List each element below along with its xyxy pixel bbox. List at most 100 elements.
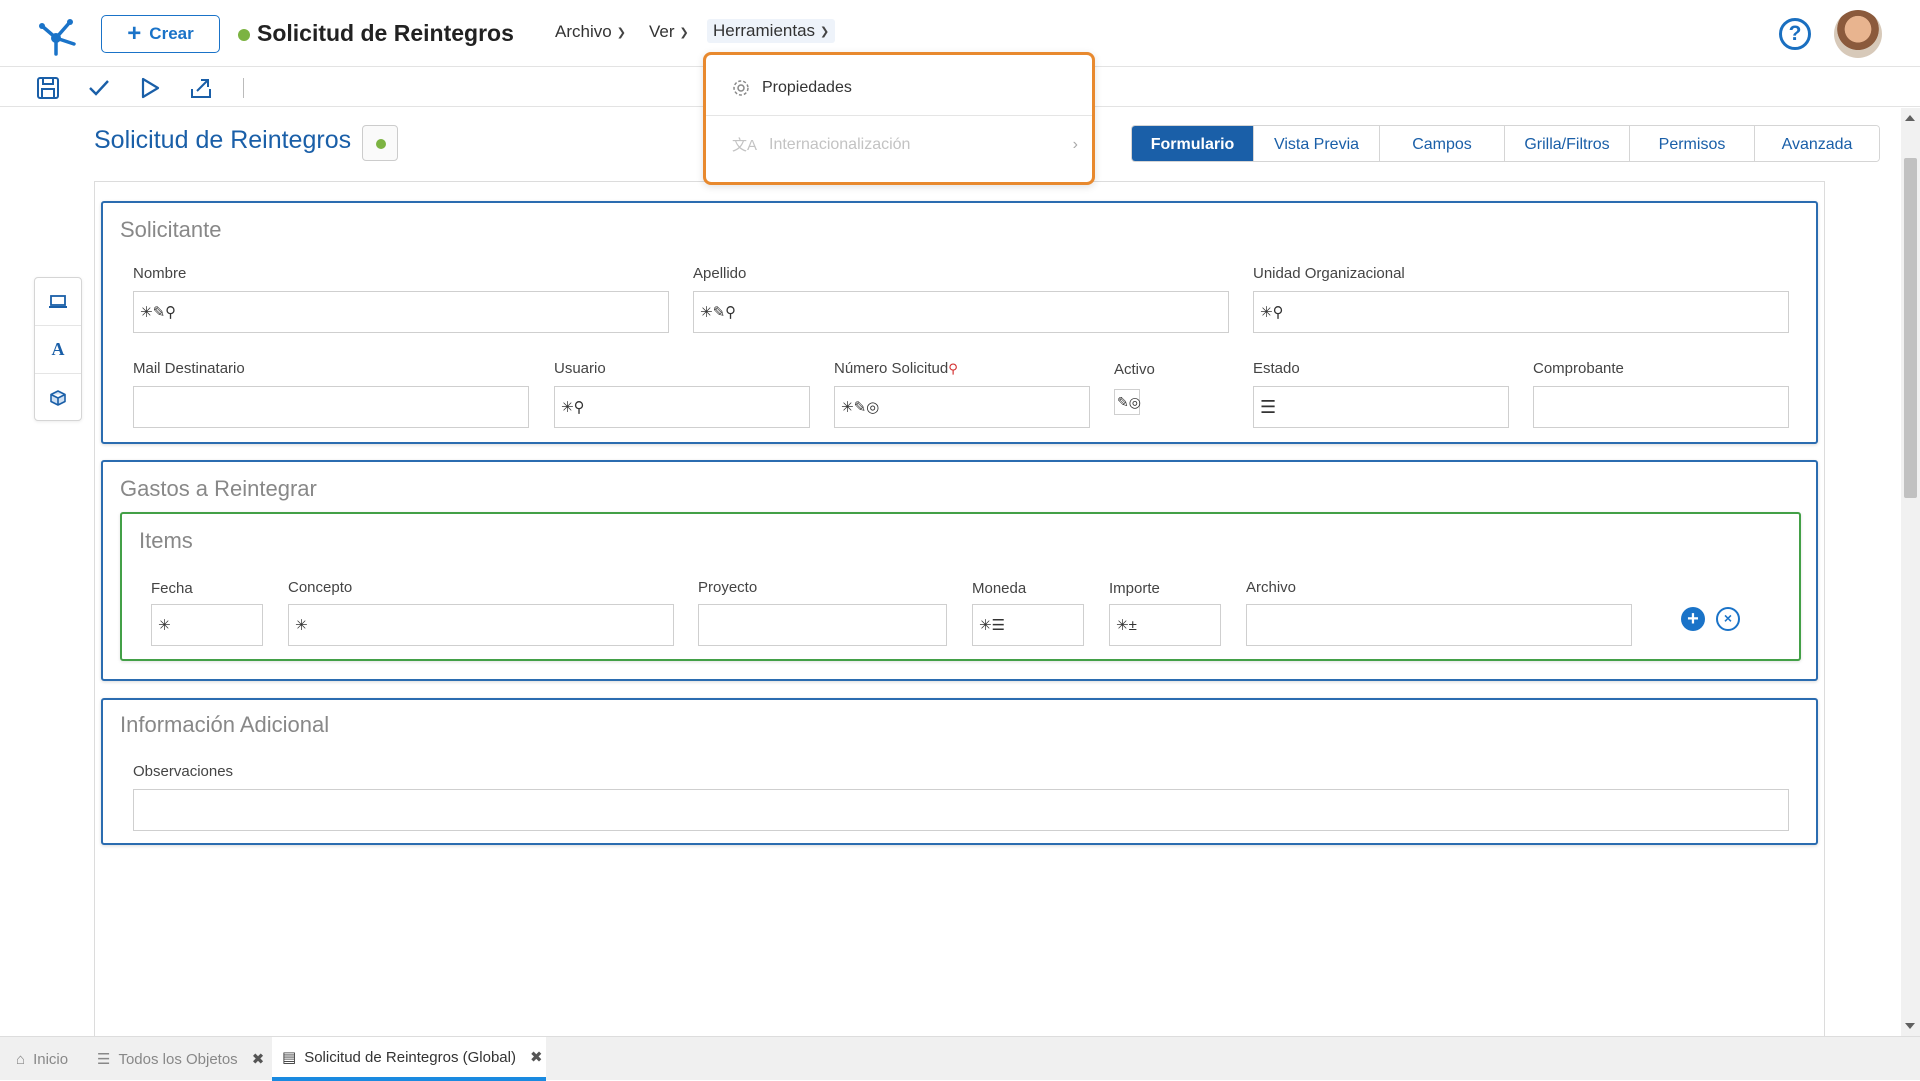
menu-archivo[interactable]: Archivo ❯ bbox=[555, 22, 626, 42]
toolbar-divider bbox=[243, 78, 244, 98]
add-row-button[interactable]: + bbox=[1681, 607, 1705, 631]
mail-destinatario-field[interactable] bbox=[133, 386, 529, 428]
side-toolbox: A bbox=[34, 277, 82, 421]
activo-checkbox[interactable]: ✎◎ bbox=[1114, 389, 1141, 415]
field-label-estado: Estado bbox=[1253, 360, 1300, 377]
chevron-right-icon: › bbox=[1072, 135, 1078, 153]
field-properties-icons: ✳✎⚲ bbox=[700, 304, 737, 321]
grid-title: Items bbox=[139, 528, 193, 553]
tab-formulario[interactable]: Formulario bbox=[1132, 126, 1254, 161]
section-title: Solicitante bbox=[120, 217, 222, 242]
field-properties-icons: ✳✎◎ bbox=[841, 399, 880, 416]
form-status-button[interactable] bbox=[362, 125, 398, 161]
app-logo-icon[interactable] bbox=[34, 12, 78, 56]
tab-permisos[interactable]: Permisos bbox=[1630, 126, 1755, 161]
nombre-field[interactable]: ✳✎⚲ bbox=[133, 291, 669, 333]
items-grid[interactable]: Items Fecha ✳ Concepto ✳ Proyecto Moneda… bbox=[120, 512, 1801, 661]
menu-archivo-label: Archivo bbox=[555, 22, 612, 41]
check-icon[interactable] bbox=[86, 75, 112, 101]
field-label-observaciones: Observaciones bbox=[133, 763, 234, 780]
concepto-field[interactable]: ✳ bbox=[288, 604, 674, 646]
translate-icon: 文A bbox=[732, 137, 758, 154]
section-solicitante[interactable]: Solicitante Nombre ✳✎⚲ Apellido ✳✎⚲ Unid… bbox=[101, 201, 1818, 444]
observaciones-field[interactable] bbox=[133, 789, 1789, 831]
field-properties-icons: ✳✎⚲ bbox=[140, 304, 177, 321]
section-gastos[interactable]: Gastos a Reintegrar Items Fecha ✳ Concep… bbox=[101, 460, 1818, 681]
field-label-numero-text: Número Solicitud bbox=[834, 360, 949, 377]
close-icon[interactable]: ✖ bbox=[530, 1048, 543, 1066]
bottom-tab-solicitud[interactable]: ▤ Solicitud de Reintegros (Global) ✖ bbox=[272, 1037, 546, 1081]
menu-ver[interactable]: Ver ❯ bbox=[649, 22, 689, 42]
field-label-apellido: Apellido bbox=[693, 265, 747, 282]
remove-row-button[interactable]: × bbox=[1716, 607, 1740, 631]
chevron-down-icon: ❯ bbox=[616, 26, 626, 39]
scroll-up-icon[interactable] bbox=[1905, 115, 1915, 121]
moneda-field[interactable]: ✳☰ bbox=[972, 604, 1084, 646]
bottom-tab-label: Solicitud de Reintegros (Global) bbox=[304, 1048, 516, 1066]
vertical-scrollbar[interactable] bbox=[1901, 108, 1920, 1036]
bottom-tab-inicio[interactable]: ⌂ Inicio bbox=[12, 1037, 72, 1081]
estado-field[interactable]: ☰ bbox=[1253, 386, 1509, 428]
chevron-down-icon: ❯ bbox=[820, 25, 830, 38]
comprobante-field[interactable] bbox=[1533, 386, 1789, 428]
section-title: Gastos a Reintegrar bbox=[120, 476, 317, 501]
scroll-down-icon[interactable] bbox=[1905, 1023, 1915, 1029]
export-icon[interactable] bbox=[188, 75, 214, 101]
apellido-field[interactable]: ✳✎⚲ bbox=[693, 291, 1229, 333]
create-button[interactable]: + Crear bbox=[101, 15, 220, 53]
column-label-importe: Importe bbox=[1109, 580, 1160, 597]
key-icon: ⚲ bbox=[948, 361, 958, 376]
menu-herramientas[interactable]: Herramientas ❯ bbox=[707, 19, 836, 43]
app-title: Solicitud de Reintegros bbox=[257, 20, 514, 46]
field-label-activo: Activo bbox=[1114, 361, 1155, 378]
avatar[interactable] bbox=[1834, 10, 1882, 58]
home-icon: ⌂ bbox=[16, 1050, 26, 1068]
column-label-proyecto: Proyecto bbox=[698, 579, 758, 596]
fecha-field[interactable]: ✳ bbox=[151, 604, 263, 646]
field-label-mail: Mail Destinatario bbox=[133, 360, 245, 377]
bottom-tab-bar: ⌂ Inicio ☰ Todos los Objetos ✖ ▤ Solicit… bbox=[0, 1036, 1920, 1081]
bottom-tab-todos-los-objetos[interactable]: ☰ Todos los Objetos ✖ bbox=[93, 1037, 268, 1081]
cube-icon[interactable] bbox=[35, 374, 81, 422]
play-icon[interactable] bbox=[137, 75, 163, 101]
field-properties-icons: ✎◎ bbox=[1117, 393, 1141, 410]
field-properties-icons: ✳ bbox=[158, 617, 171, 634]
save-icon[interactable] bbox=[35, 75, 61, 101]
field-properties-icons: ✳⚲ bbox=[1260, 304, 1284, 321]
form-icon: ▤ bbox=[282, 1049, 297, 1066]
help-icon[interactable]: ? bbox=[1779, 18, 1811, 50]
menu-item-internacionalizacion-label: Internacionalización bbox=[769, 135, 911, 153]
scroll-thumb[interactable] bbox=[1904, 158, 1917, 498]
tab-campos[interactable]: Campos bbox=[1380, 126, 1505, 161]
column-label-fecha: Fecha bbox=[151, 580, 193, 597]
tab-vista-previa[interactable]: Vista Previa bbox=[1254, 126, 1380, 161]
create-button-label: Crear bbox=[149, 24, 194, 43]
list-icon: ☰ bbox=[1260, 396, 1277, 417]
laptop-icon[interactable] bbox=[35, 278, 81, 326]
form-title: Solicitud de Reintegros bbox=[94, 126, 352, 154]
section-informacion-adicional[interactable]: Información Adicional Observaciones bbox=[101, 698, 1818, 845]
list-icon: ☰ bbox=[97, 1051, 111, 1068]
proyecto-field[interactable] bbox=[698, 604, 947, 646]
field-properties-icons: ✳ bbox=[295, 617, 308, 634]
importe-field[interactable]: ✳± bbox=[1109, 604, 1221, 646]
field-label-comprobante: Comprobante bbox=[1533, 360, 1624, 377]
column-label-concepto: Concepto bbox=[288, 579, 353, 596]
unidad-organizacional-field[interactable]: ✳⚲ bbox=[1253, 291, 1789, 333]
close-icon[interactable]: ✖ bbox=[252, 1050, 265, 1068]
field-label-unidad: Unidad Organizacional bbox=[1253, 265, 1405, 282]
numero-solicitud-field[interactable]: ✳✎◎ bbox=[834, 386, 1090, 428]
status-dot bbox=[238, 29, 250, 41]
usuario-field[interactable]: ✳⚲ bbox=[554, 386, 810, 428]
tab-avanzada[interactable]: Avanzada bbox=[1755, 126, 1879, 161]
menu-item-propiedades[interactable]: Propiedades bbox=[706, 61, 1092, 116]
tools-dropdown-menu: Propiedades 文A Internacionalización › bbox=[703, 52, 1095, 185]
tab-grilla-filtros[interactable]: Grilla/Filtros bbox=[1505, 126, 1630, 161]
chevron-down-icon: ❯ bbox=[679, 26, 689, 39]
archivo-field[interactable] bbox=[1246, 604, 1632, 646]
field-properties-icons: ✳☰ bbox=[979, 617, 1006, 634]
field-properties-icons: ✳± bbox=[1116, 617, 1137, 634]
menu-ver-label: Ver bbox=[649, 22, 675, 41]
text-icon[interactable]: A bbox=[35, 326, 81, 374]
plus-icon: + bbox=[127, 20, 142, 47]
